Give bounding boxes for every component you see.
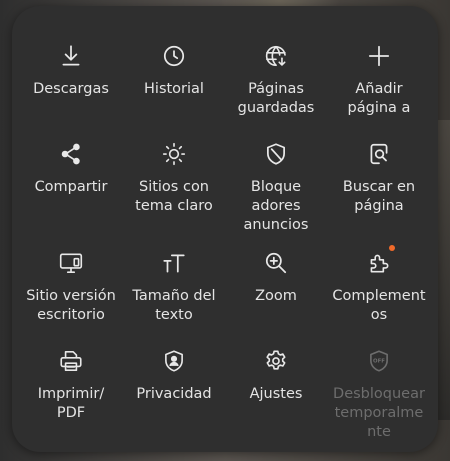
svg-text:OFF: OFF [373, 359, 385, 365]
plus-icon [366, 43, 392, 69]
menu-item-label: Privacidad [136, 386, 212, 402]
menu-item-ad-blockers[interactable]: Bloque adores anuncios [224, 141, 328, 235]
puzzle-icon [366, 250, 392, 276]
browser-menu-panel: Descargas Historial Páginas guardadas Añ… [12, 6, 438, 452]
menu-item-light-theme[interactable]: Sitios con tema claro [122, 141, 226, 216]
menu-item-label: Zoom [255, 288, 297, 304]
menu-item-label: Desbloquear temporalme nte [333, 386, 425, 440]
menu-item-unlock-temporarily[interactable]: OFF Desbloquear temporalme nte [327, 348, 431, 442]
notification-badge [389, 245, 395, 251]
menu-item-privacy[interactable]: Privacidad [122, 348, 226, 404]
menu-item-label: Historial [144, 81, 204, 97]
menu-item-add-page[interactable]: Añadir página a [327, 43, 431, 118]
clock-icon [161, 43, 187, 69]
menu-item-history[interactable]: Historial [122, 43, 226, 99]
find-in-page-icon [366, 141, 392, 167]
menu-grid: Descargas Historial Páginas guardadas Añ… [12, 6, 438, 452]
menu-item-find-in-page[interactable]: Buscar en página [327, 141, 431, 216]
menu-item-label: Complement os [332, 288, 426, 323]
printer-icon [58, 348, 84, 374]
menu-item-downloads[interactable]: Descargas [19, 43, 123, 99]
menu-item-label: Imprimir/ PDF [37, 386, 105, 421]
gear-icon [263, 348, 289, 374]
menu-item-text-size[interactable]: Tamaño del texto [122, 250, 226, 325]
backdrop-edge [438, 120, 450, 420]
menu-item-label: Ajustes [249, 386, 303, 402]
off-shield-icon: OFF [366, 348, 392, 374]
menu-item-label: Compartir [34, 179, 108, 195]
menu-item-desktop-site[interactable]: Sitio versión escritorio [19, 250, 123, 325]
globe-download-icon [263, 43, 289, 69]
menu-item-share[interactable]: Compartir [19, 141, 123, 197]
sun-icon [161, 141, 187, 167]
menu-item-label: Buscar en página [342, 179, 416, 214]
privacy-shield-icon [161, 348, 187, 374]
desktop-icon [58, 250, 84, 276]
menu-item-saved-pages[interactable]: Páginas guardadas [224, 43, 328, 118]
menu-item-print[interactable]: Imprimir/ PDF [19, 348, 123, 423]
zoom-in-icon [263, 250, 289, 276]
menu-item-label: Páginas guardadas [237, 81, 315, 116]
share-icon [58, 141, 84, 167]
menu-item-label: Tamaño del texto [132, 288, 216, 323]
menu-item-label: Sitio versión escritorio [26, 288, 116, 323]
download-icon [58, 43, 84, 69]
menu-item-label: Añadir página a [347, 81, 411, 116]
menu-item-settings[interactable]: Ajustes [224, 348, 328, 404]
menu-item-label: Sitios con tema claro [135, 179, 213, 214]
menu-item-label: Descargas [33, 81, 109, 97]
shield-icon [263, 141, 289, 167]
menu-item-add-ons[interactable]: Complement os [327, 250, 431, 325]
text-size-icon [161, 250, 187, 276]
menu-item-zoom[interactable]: Zoom [224, 250, 328, 306]
menu-item-label: Bloque adores anuncios [243, 179, 309, 233]
